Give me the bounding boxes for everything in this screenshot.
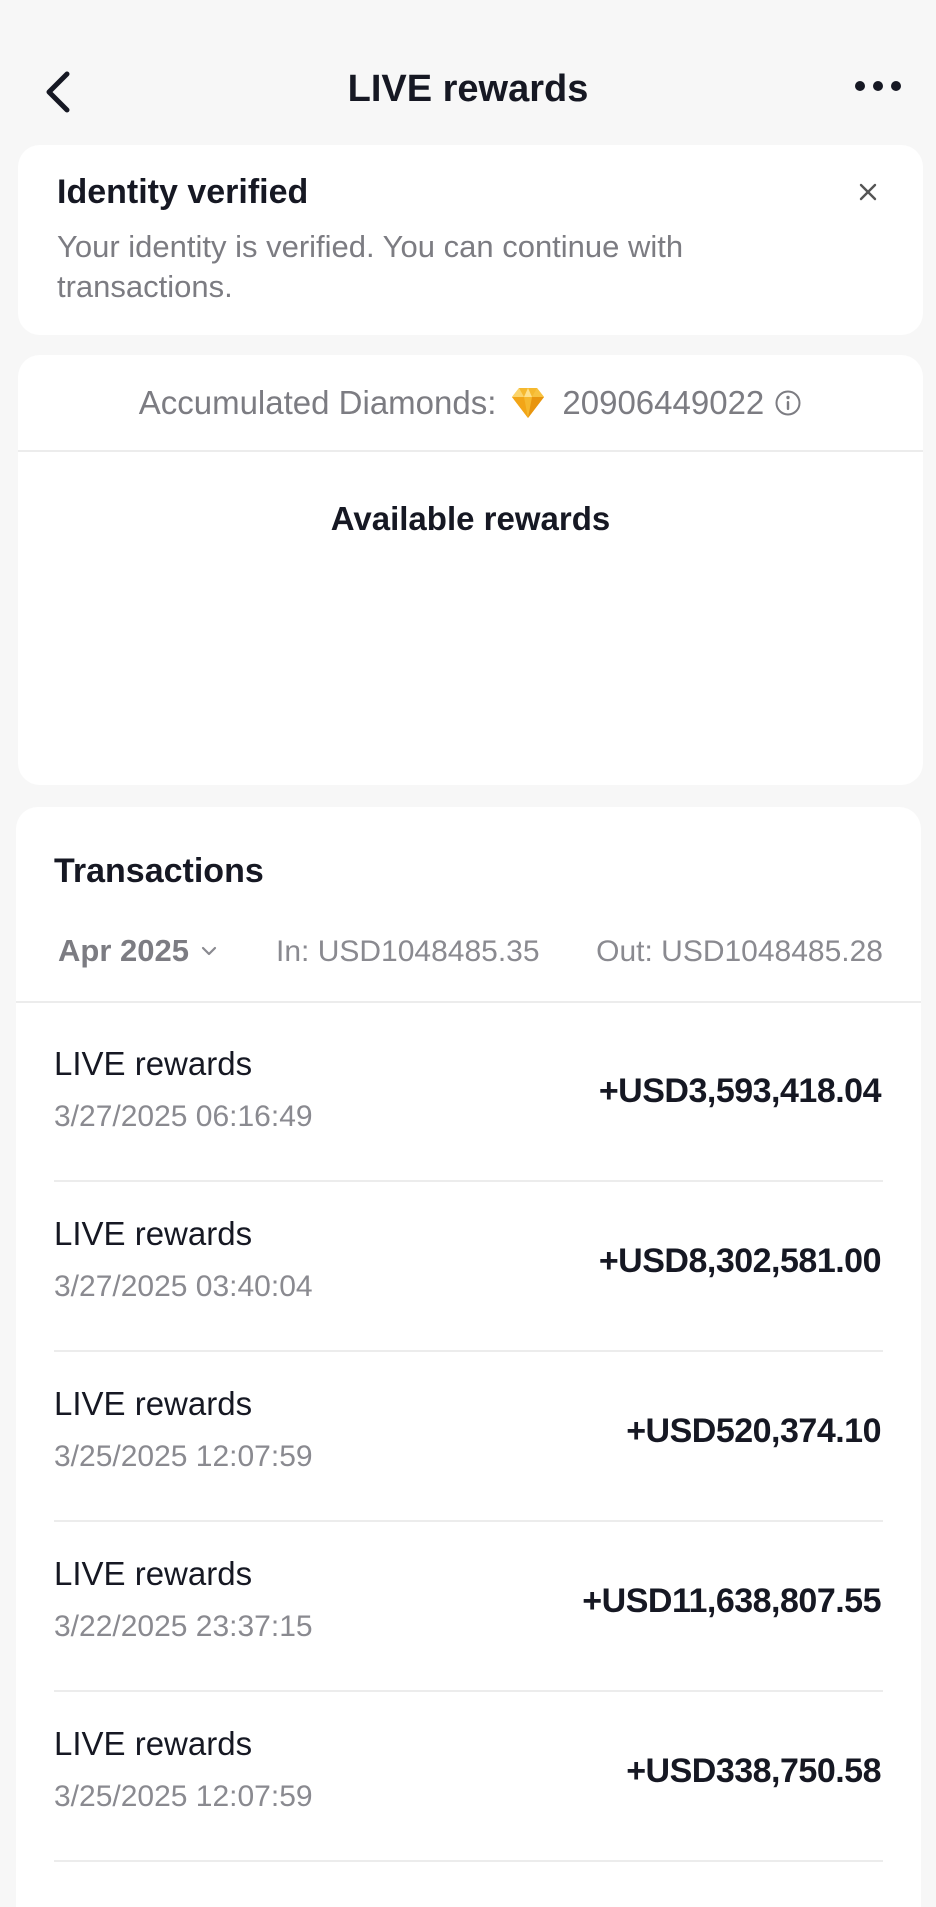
transactions-filter-row: Apr 2025 In: USD1048485.35 Out: USD10484… [16, 925, 921, 1003]
transaction-date: 3/25/2025 12:07:59 [54, 1440, 313, 1473]
accumulated-diamonds-value: 20906449022 [562, 383, 765, 421]
transaction-name: LIVE rewards [54, 1385, 253, 1422]
out-total: Out: USD1048485.28 [596, 935, 883, 968]
transaction-amount: +USD520,374.10 [626, 1412, 881, 1450]
info-icon[interactable] [774, 389, 802, 417]
banner-title: Identity verified [57, 173, 309, 211]
close-icon [859, 183, 877, 201]
more-options-button[interactable] [842, 66, 914, 106]
transactions-card: Transactions Apr 2025 In: USD1048485.35 … [16, 807, 921, 1907]
diamond-icon [508, 383, 548, 423]
transaction-amount: +USD8,302,581.00 [598, 1242, 882, 1280]
transaction-name: LIVE rewards [54, 1045, 253, 1082]
more-horizontal-icon [855, 81, 901, 91]
transactions-list: LIVE rewards 3/27/2025 06:16:49 +USD3,59… [16, 1012, 921, 1862]
transactions-title: Transactions [54, 852, 264, 890]
transaction-date: 3/27/2025 03:40:04 [54, 1270, 313, 1303]
accumulated-diamonds-row: Accumulated Diamonds: 20906449022 [18, 355, 923, 452]
transaction-name: LIVE rewards [54, 1725, 253, 1762]
transaction-date: 3/22/2025 23:37:15 [54, 1610, 313, 1643]
transaction-date: 3/25/2025 12:07:59 [54, 1780, 313, 1813]
transaction-amount: +USD3,593,418.04 [598, 1072, 882, 1110]
app-header: LIVE rewards [0, 0, 936, 145]
transaction-row[interactable]: LIVE rewards 3/22/2025 23:37:15 +USD11,6… [54, 1522, 883, 1692]
transaction-row[interactable]: LIVE rewards 3/25/2025 12:07:59 +USD520,… [54, 1352, 883, 1522]
banner-message: Your identity is verified. You can conti… [57, 229, 684, 304]
month-label: Apr 2025 [58, 933, 189, 968]
transaction-amount: +USD338,750.58 [626, 1752, 881, 1790]
accumulated-diamonds-label: Accumulated Diamonds: [138, 383, 497, 421]
transaction-name: LIVE rewards [54, 1215, 253, 1252]
in-total: In: USD1048485.35 [276, 935, 540, 968]
rewards-card: Accumulated Diamonds: 20906449022 Availa… [18, 355, 923, 785]
page-title: LIVE rewards [347, 68, 589, 110]
transaction-row[interactable]: LIVE rewards 3/25/2025 12:07:59 +USD338,… [54, 1692, 883, 1862]
transaction-name: LIVE rewards [54, 1555, 253, 1592]
transaction-row[interactable]: LIVE rewards 3/27/2025 06:16:49 +USD3,59… [54, 1012, 883, 1182]
close-banner-button[interactable] [851, 175, 885, 209]
chevron-down-icon [201, 946, 217, 956]
available-rewards-title: Available rewards [330, 500, 611, 537]
transaction-date: 3/27/2025 06:16:49 [54, 1100, 313, 1133]
transaction-amount: +USD11,638,807.55 [582, 1582, 881, 1620]
transaction-row[interactable]: LIVE rewards 3/27/2025 03:40:04 +USD8,30… [54, 1182, 883, 1352]
month-selector[interactable]: Apr 2025 [58, 925, 217, 977]
identity-verified-banner: Identity verified Your identity is verif… [18, 145, 923, 335]
